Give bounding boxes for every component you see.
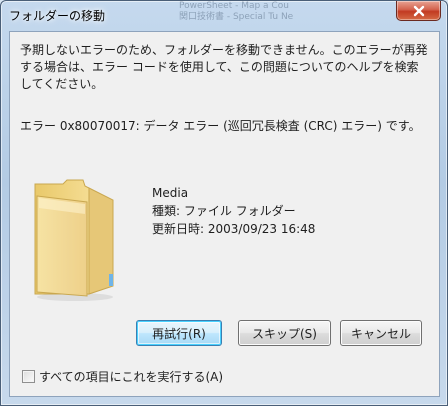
close-button[interactable] [396, 1, 441, 21]
title-bar[interactable]: フォルダーの移動 [1, 1, 447, 29]
window-title: フォルダーの移動 [9, 9, 106, 23]
item-details: Media 種類: ファイル フォルダー 更新日時: 2003/09/23 16… [152, 184, 315, 238]
apply-all-label: すべての項目にこれを実行する(A) [39, 370, 224, 384]
error-code: エラー 0x80070017: データ エラー (巡回冗長検査 (CRC) エラ… [20, 119, 421, 133]
item-name: Media [152, 186, 189, 200]
item-modified: 更新日時: 2003/09/23 16:48 [152, 222, 316, 236]
apply-all-option[interactable]: すべての項目にこれを実行する(A) [22, 368, 223, 385]
dialog-content: 予期しないエラーのため、フォルダーを移動できません。このエラーが再発する場合は、… [9, 31, 440, 397]
close-icon [412, 5, 426, 17]
cancel-button[interactable]: キャンセル [340, 320, 422, 346]
error-message: 予期しないエラーのため、フォルダーを移動できません。このエラーが再発する場合は、… [20, 43, 428, 91]
apply-all-checkbox[interactable] [22, 370, 35, 383]
item-type: 種類: ファイル フォルダー [152, 204, 296, 218]
dialog-window: PowerSheet - Map a Cou 関口技術書 - Special T… [0, 0, 448, 406]
folder-icon [25, 174, 125, 304]
retry-button[interactable]: 再試行(R) [136, 320, 222, 346]
skip-button[interactable]: スキップ(S) [238, 320, 331, 346]
